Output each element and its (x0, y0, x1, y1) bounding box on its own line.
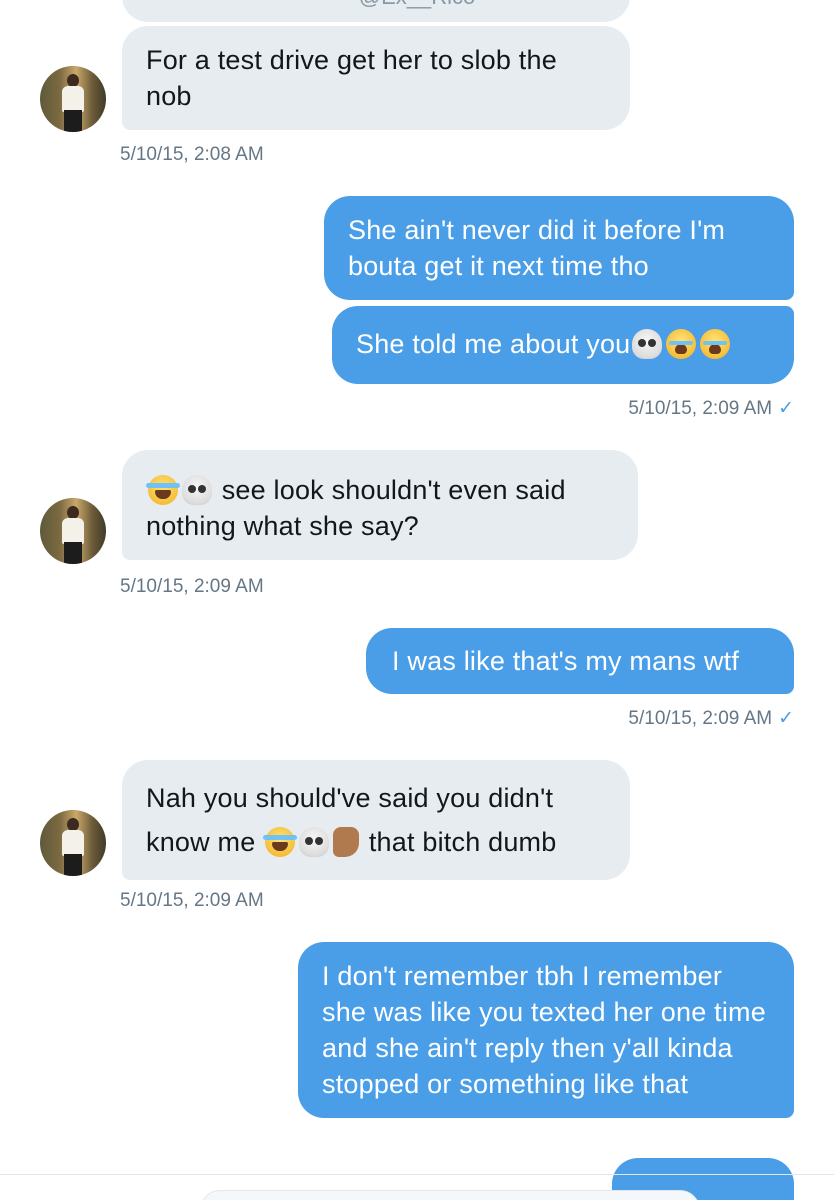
message-timestamp: 5/10/15, 2:09 AM (120, 890, 264, 911)
message-bubble-outgoing[interactable]: She ain't never did it before I'm bouta … (324, 196, 794, 300)
message-bubble-incoming[interactable]: For a test drive get her to slob the nob (122, 26, 630, 130)
message-text: I was like that's my mans wtf (392, 646, 740, 676)
message-text: She ain't never did it before I'm bouta … (348, 215, 726, 281)
message-timestamp-row: 5/10/15, 2:09 AM ✓ (520, 398, 794, 420)
message-timestamp: 5/10/15, 2:08 AM (120, 144, 264, 165)
message-bubble-outgoing[interactable]: I don't remember tbh I remember she was … (298, 942, 794, 1118)
conversation-handle: @Ex__Rico (0, 0, 834, 8)
sender-avatar[interactable] (40, 498, 106, 564)
message-bubble-incoming[interactable]: see look shouldn't even said nothing wha… (122, 450, 638, 560)
loudly-crying-face-icon (700, 329, 731, 359)
composer-divider (0, 1174, 834, 1175)
message-timestamp: 5/10/15, 2:09 AM (628, 708, 773, 729)
message-bubble-incoming[interactable]: Nah you should've said you didn't know m… (122, 760, 630, 880)
message-text: I don't remember tbh I remember she was … (322, 961, 766, 1099)
sender-avatar[interactable] (40, 810, 106, 876)
message-composer-input[interactable] (200, 1190, 700, 1200)
skull-icon (299, 827, 330, 857)
message-timestamp-row: 5/10/15, 2:09 AM ✓ (520, 708, 794, 730)
message-text: She told me about you (356, 329, 631, 359)
message-bubble-outgoing[interactable]: I was like that's my mans wtf (366, 628, 794, 694)
skull-icon (182, 475, 212, 505)
thumbs-down-icon (333, 827, 360, 857)
message-timestamp: 5/10/15, 2:09 AM (628, 398, 773, 419)
skull-icon (632, 329, 663, 359)
message-bubble-outgoing[interactable]: She told me about you (332, 306, 794, 384)
tears-of-joy-icon (146, 475, 180, 505)
dm-conversation: @Ex__Rico For a test drive get her to sl… (0, 0, 834, 1200)
message-text: that bitch dumb (368, 827, 557, 857)
read-check-icon: ✓ (778, 708, 794, 729)
message-timestamp: 5/10/15, 2:09 AM (120, 576, 264, 597)
message-text: For a test drive get her to slob the nob (146, 45, 557, 111)
tears-of-joy-icon (263, 827, 298, 857)
read-check-icon: ✓ (778, 398, 794, 419)
loudly-crying-face-icon (666, 329, 697, 359)
sender-avatar[interactable] (40, 66, 106, 132)
